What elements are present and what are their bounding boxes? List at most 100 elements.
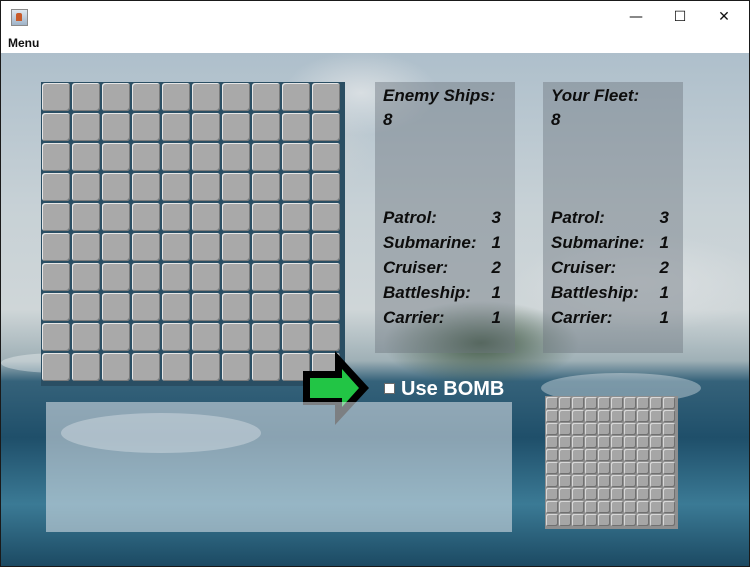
own-grid-cell[interactable] [585,436,597,448]
enemy-grid-cell[interactable] [192,263,220,291]
enemy-grid-cell[interactable] [72,263,100,291]
own-grid-cell[interactable] [546,410,558,422]
own-grid-cell[interactable] [611,488,623,500]
own-grid-cell[interactable] [637,423,649,435]
enemy-grid-cell[interactable] [72,173,100,201]
enemy-grid-cell[interactable] [312,143,340,171]
own-grid-cell[interactable] [611,449,623,461]
enemy-grid-cell[interactable] [102,263,130,291]
own-grid-cell[interactable] [650,462,662,474]
enemy-grid-cell[interactable] [132,83,160,111]
enemy-grid-cell[interactable] [282,173,310,201]
own-grid-cell[interactable] [624,410,636,422]
enemy-grid-cell[interactable] [102,113,130,141]
own-grid-cell[interactable] [559,462,571,474]
own-grid-cell[interactable] [572,501,584,513]
enemy-grid-cell[interactable] [192,203,220,231]
own-grid-cell[interactable] [559,514,571,526]
own-grid-cell[interactable] [572,449,584,461]
own-grid-cell[interactable] [598,410,610,422]
enemy-grid-cell[interactable] [132,113,160,141]
own-grid-cell[interactable] [585,514,597,526]
own-grid-cell[interactable] [624,462,636,474]
enemy-grid-cell[interactable] [312,113,340,141]
own-grid-cell[interactable] [611,514,623,526]
own-grid-cell[interactable] [663,475,675,487]
own-grid-cell[interactable] [546,436,558,448]
enemy-grid-cell[interactable] [102,353,130,381]
own-grid-cell[interactable] [598,501,610,513]
enemy-grid-cell[interactable] [132,353,160,381]
enemy-grid-cell[interactable] [42,143,70,171]
enemy-grid-cell[interactable] [192,353,220,381]
enemy-grid-cell[interactable] [72,353,100,381]
own-grid-cell[interactable] [663,449,675,461]
own-grid-cell[interactable] [572,397,584,409]
own-grid-cell[interactable] [546,488,558,500]
enemy-grid-cell[interactable] [252,233,280,261]
maximize-button[interactable]: ☐ [657,1,703,33]
enemy-grid-cell[interactable] [222,233,250,261]
enemy-grid-cell[interactable] [192,143,220,171]
own-grid-cell[interactable] [663,488,675,500]
enemy-grid-cell[interactable] [252,323,280,351]
enemy-grid-cell[interactable] [162,233,190,261]
enemy-grid-cell[interactable] [222,263,250,291]
own-grid-cell[interactable] [546,514,558,526]
own-grid-cell[interactable] [624,436,636,448]
own-grid-cell[interactable] [572,410,584,422]
own-grid-cell[interactable] [546,475,558,487]
enemy-grid-cell[interactable] [192,113,220,141]
enemy-grid-cell[interactable] [42,203,70,231]
enemy-grid-cell[interactable] [312,83,340,111]
enemy-grid-cell[interactable] [42,263,70,291]
enemy-grid-cell[interactable] [282,113,310,141]
enemy-grid-cell[interactable] [72,83,100,111]
own-grid-cell[interactable] [624,514,636,526]
own-grid-cell[interactable] [663,514,675,526]
enemy-grid-cell[interactable] [102,233,130,261]
own-grid-cell[interactable] [637,436,649,448]
own-grid-cell[interactable] [559,475,571,487]
own-grid-cell[interactable] [559,410,571,422]
own-grid-cell[interactable] [663,397,675,409]
own-grid-cell[interactable] [546,397,558,409]
own-grid-cell[interactable] [624,423,636,435]
own-grid-cell[interactable] [663,501,675,513]
enemy-grid-cell[interactable] [162,263,190,291]
enemy-grid-cell[interactable] [312,293,340,321]
enemy-grid-cell[interactable] [312,203,340,231]
enemy-grid-cell[interactable] [312,173,340,201]
enemy-grid-cell[interactable] [72,323,100,351]
enemy-grid-cell[interactable] [282,293,310,321]
enemy-grid-cell[interactable] [192,173,220,201]
enemy-grid-cell[interactable] [222,323,250,351]
enemy-grid-cell[interactable] [42,113,70,141]
enemy-grid-cell[interactable] [252,173,280,201]
own-grid-cell[interactable] [650,501,662,513]
enemy-grid-cell[interactable] [312,323,340,351]
enemy-grid-cell[interactable] [252,293,280,321]
own-grid-cell[interactable] [572,436,584,448]
own-grid-cell[interactable] [546,423,558,435]
enemy-grid-cell[interactable] [222,173,250,201]
enemy-grid-cell[interactable] [222,293,250,321]
enemy-grid-cell[interactable] [282,203,310,231]
enemy-grid-cell[interactable] [102,173,130,201]
own-grid-cell[interactable] [637,410,649,422]
own-grid-cell[interactable] [585,501,597,513]
enemy-grid-cell[interactable] [252,353,280,381]
enemy-grid-cell[interactable] [282,233,310,261]
own-grid-cell[interactable] [546,449,558,461]
own-grid-cell[interactable] [663,436,675,448]
enemy-grid-cell[interactable] [72,233,100,261]
enemy-grid-cell[interactable] [222,113,250,141]
own-grid-cell[interactable] [598,488,610,500]
enemy-grid-cell[interactable] [222,143,250,171]
own-grid-cell[interactable] [650,488,662,500]
enemy-grid-cell[interactable] [72,203,100,231]
enemy-grid-cell[interactable] [192,323,220,351]
enemy-grid-cell[interactable] [42,293,70,321]
own-grid-cell[interactable] [637,488,649,500]
enemy-grid-cell[interactable] [222,203,250,231]
